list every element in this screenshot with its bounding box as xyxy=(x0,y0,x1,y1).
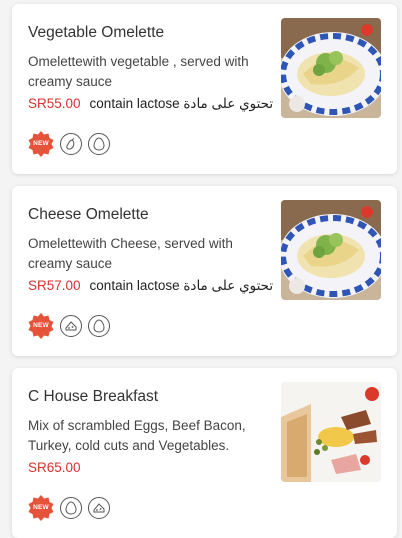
new-badge-label: NEW xyxy=(33,504,49,511)
price-line: SR55.00 contain lactose تحتوي على مادة ..… xyxy=(28,96,278,112)
new-badge-icon: NEW xyxy=(28,495,54,521)
egg-icon xyxy=(60,497,82,519)
item-title: C House Breakfast xyxy=(28,388,159,405)
cheese-icon xyxy=(88,497,110,519)
item-note: contain lactose تحتوي على مادة ... xyxy=(89,96,278,111)
item-description: Mix of scrambled Eggs, Beef Bacon, Turke… xyxy=(28,418,246,453)
item-photo[interactable] xyxy=(281,200,381,300)
menu-item-card[interactable]: Vegetable Omelette Omelettewith vegetabl… xyxy=(12,4,397,174)
item-description: Omelettewith Cheese, served with creamy … xyxy=(28,236,233,271)
item-price: SR65.00 xyxy=(28,460,81,475)
item-price: SR55.00 xyxy=(28,96,81,111)
egg-icon xyxy=(88,133,110,155)
cheese-icon xyxy=(60,315,82,337)
new-badge-label: NEW xyxy=(33,140,49,147)
item-icons: NEW xyxy=(28,313,110,339)
item-photo[interactable] xyxy=(281,382,381,482)
new-badge-icon: NEW xyxy=(28,131,54,157)
item-description: Omelettewith vegetable , served with cre… xyxy=(28,54,249,89)
menu-item-card[interactable]: C House Breakfast Mix of scrambled Eggs,… xyxy=(12,368,397,538)
item-icons: NEW xyxy=(28,495,110,521)
new-badge-icon: NEW xyxy=(28,313,54,339)
item-photo[interactable] xyxy=(281,18,381,118)
item-title: Vegetable Omelette xyxy=(28,24,165,41)
menu-item-card[interactable]: Cheese Omelette Omelettewith Cheese, ser… xyxy=(12,186,397,356)
item-icons: NEW xyxy=(28,131,110,157)
egg-icon xyxy=(88,315,110,337)
price-line: SR57.00 contain lactose تحتوي على مادة ..… xyxy=(28,278,278,294)
eggplant-icon xyxy=(60,133,82,155)
item-title: Cheese Omelette xyxy=(28,206,149,223)
item-price: SR57.00 xyxy=(28,278,81,293)
new-badge-label: NEW xyxy=(33,322,49,329)
item-note: contain lactose تحتوي على مادة ... xyxy=(89,278,278,293)
price-line: SR65.00 xyxy=(28,460,278,475)
